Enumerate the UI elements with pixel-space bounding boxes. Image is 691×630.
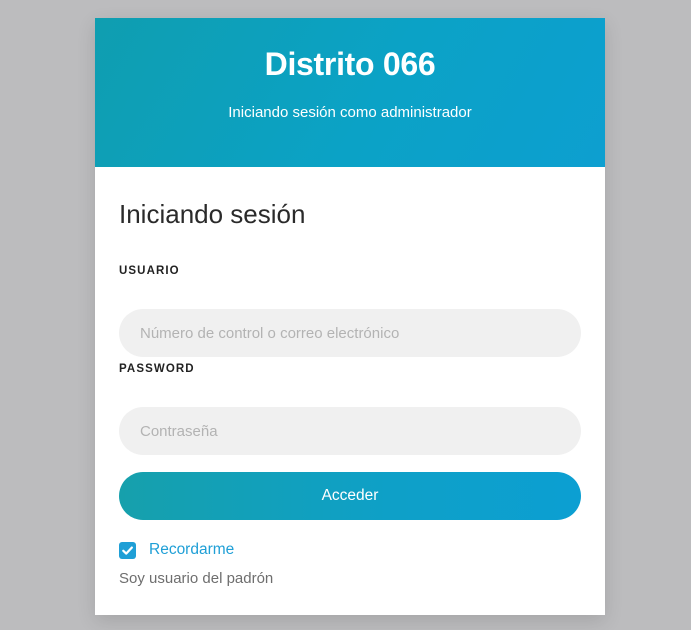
remember-checkbox[interactable] bbox=[119, 541, 136, 559]
login-card: Distrito 066 Iniciando sesión como admin… bbox=[95, 18, 605, 615]
remember-row: Recordarme bbox=[119, 540, 234, 560]
user-label: USUARIO bbox=[119, 265, 180, 277]
card-header: Distrito 066 Iniciando sesión como admin… bbox=[95, 18, 605, 167]
password-label: PASSWORD bbox=[119, 363, 195, 375]
submit-button[interactable]: Acceder bbox=[119, 472, 581, 520]
checkmark-icon bbox=[122, 546, 133, 555]
brand-title: Distrito 066 bbox=[264, 46, 436, 82]
padron-user-link[interactable]: Soy usuario del padrón bbox=[119, 570, 273, 587]
user-input[interactable] bbox=[119, 309, 581, 357]
password-input[interactable] bbox=[119, 407, 581, 455]
form-title: Iniciando sesión bbox=[119, 199, 306, 229]
remember-label[interactable]: Recordarme bbox=[149, 541, 234, 559]
brand-subtitle: Iniciando sesión como administrador bbox=[228, 104, 472, 121]
